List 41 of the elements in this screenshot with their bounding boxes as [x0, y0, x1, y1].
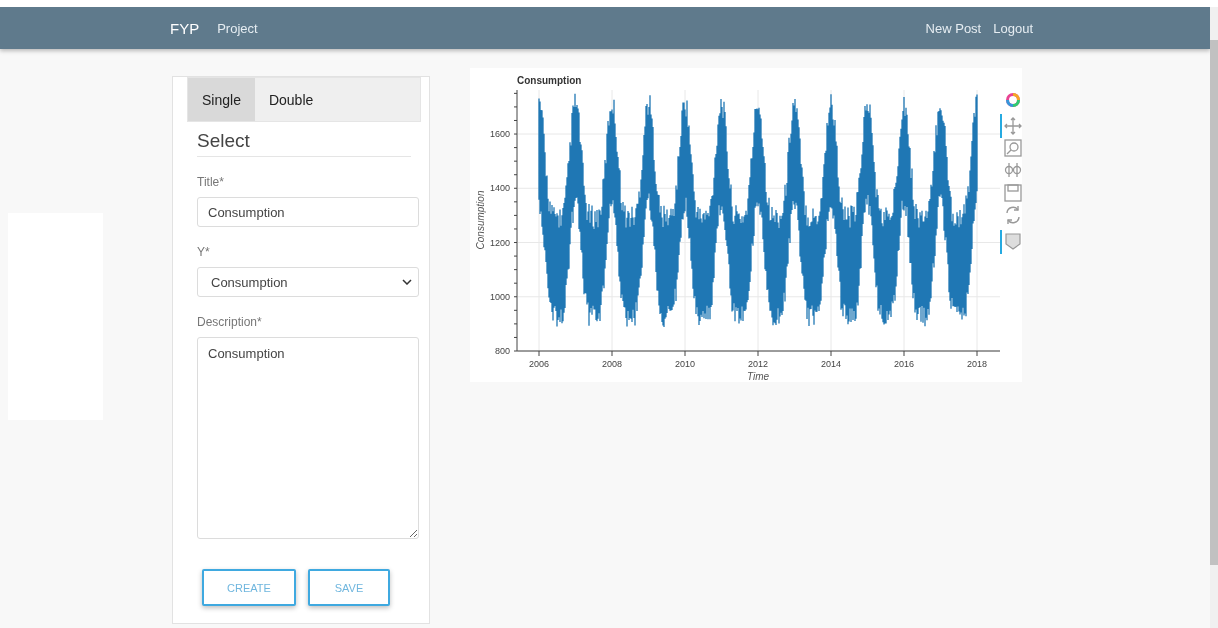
tab[interactable]: Double: [254, 78, 328, 121]
active-tool-marker: [1000, 114, 1002, 138]
x-tick-label: 2008: [602, 359, 622, 369]
reset-icon[interactable]: [1006, 205, 1020, 225]
x-tick-label: 2010: [675, 359, 695, 369]
x-tick-label: 2012: [748, 359, 768, 369]
caret-icon: [402, 279, 412, 285]
scrollbar[interactable]: [1210, 7, 1218, 628]
nav-link[interactable]: New Post: [925, 20, 982, 36]
y-tick-label: 1600: [489, 129, 510, 139]
active-tool-marker: [1000, 230, 1002, 254]
y-axis-label: Consumption: [475, 190, 486, 250]
x-tick-label: 2006: [529, 359, 549, 369]
chart-title: Consumption: [517, 75, 582, 86]
logo-icon: [1006, 93, 1020, 107]
input-field[interactable]: Consumption: [197, 197, 419, 227]
field-label: Title*: [197, 175, 225, 189]
pan-icon[interactable]: [1004, 117, 1022, 135]
save-icon[interactable]: [1004, 184, 1022, 202]
textarea-field[interactable]: Consumption: [197, 337, 419, 539]
y-tick-label: 800: [494, 346, 510, 356]
hover-icon[interactable]: [1005, 233, 1021, 250]
wheel-zoom-icon[interactable]: [1004, 162, 1022, 178]
field-label: Description*: [197, 315, 263, 329]
x-axis-label: Time: [746, 371, 770, 382]
nav-link[interactable]: Project: [217, 20, 258, 36]
form-button[interactable]: CREATE: [202, 569, 296, 606]
form-heading: Select: [197, 122, 411, 157]
form-button[interactable]: SAVE: [308, 569, 390, 606]
x-tick-label: 2016: [894, 359, 914, 369]
field-label: Y*: [197, 245, 211, 259]
tab[interactable]: Single: [188, 78, 255, 121]
nav-link[interactable]: Logout: [993, 20, 1033, 36]
y-tick-label: 1000: [489, 291, 510, 302]
x-tick-label: 2014: [821, 359, 841, 369]
x-tick-label: 2018: [967, 359, 987, 369]
zoom-icon[interactable]: [1004, 139, 1022, 157]
select-field[interactable]: Consumption: [197, 267, 419, 297]
y-tick-label: 1200: [489, 237, 510, 248]
y-tick-label: 1400: [489, 183, 510, 194]
brand-link[interactable]: FYP: [170, 19, 200, 37]
